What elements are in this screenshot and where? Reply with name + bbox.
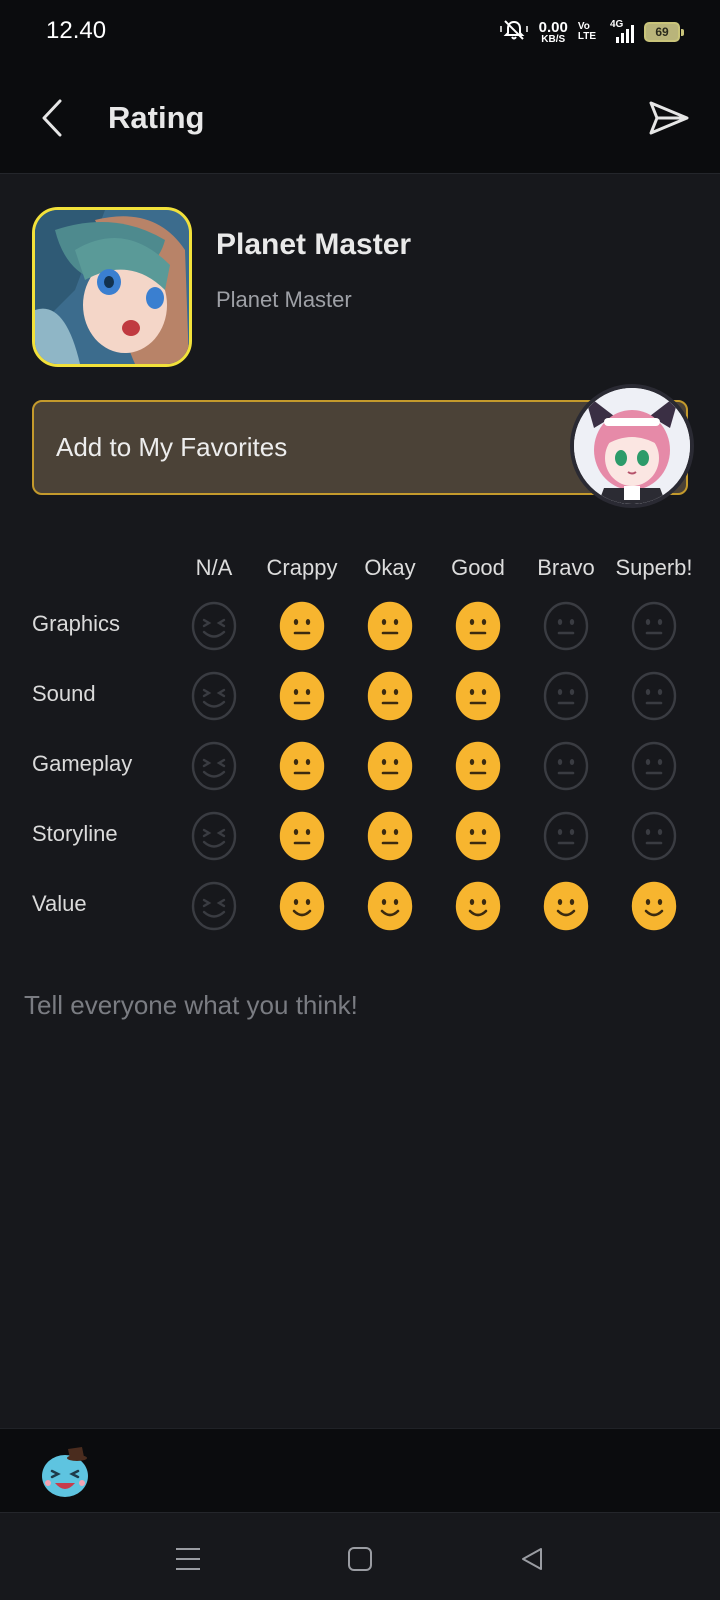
status-time: 12.40: [46, 17, 107, 44]
game-icon: [32, 207, 192, 367]
emoji-mascot-icon: [42, 1447, 88, 1497]
filled-face-icon[interactable]: [367, 811, 413, 861]
filled-face-icon[interactable]: [279, 881, 325, 931]
filled-face-icon[interactable]: [631, 881, 677, 931]
bottom-toolbar: [0, 1428, 720, 1512]
na-face-icon[interactable]: [191, 881, 237, 931]
filled-face-icon[interactable]: [455, 741, 501, 791]
rating-row-label: Graphics: [32, 611, 121, 636]
empty-face-icon[interactable]: [631, 741, 677, 791]
filled-face-icon[interactable]: [455, 671, 501, 721]
status-bar: 12.40 0.00 KB/S Vo LTE 4G 69: [0, 0, 720, 62]
volte-indicator: Vo LTE: [577, 21, 596, 42]
rating-row-storyline: Storyline: [0, 807, 720, 863]
empty-face-icon[interactable]: [631, 811, 677, 861]
empty-face-icon[interactable]: [543, 811, 589, 861]
filled-face-icon[interactable]: [367, 741, 413, 791]
filled-face-icon[interactable]: [279, 671, 325, 721]
mascot-avatar: [570, 384, 694, 508]
rating-row-label: Gameplay: [32, 751, 133, 776]
empty-face-icon[interactable]: [543, 741, 589, 791]
na-face-icon[interactable]: [191, 811, 237, 861]
filled-face-icon[interactable]: [367, 881, 413, 931]
empty-face-icon[interactable]: [543, 601, 589, 651]
back-nav-button[interactable]: [512, 1541, 552, 1577]
rating-header: N/A Crappy Okay Good Bravo Superb!: [0, 555, 720, 589]
na-face-icon[interactable]: [191, 601, 237, 651]
send-icon: [649, 101, 689, 135]
emoji-picker-button[interactable]: [38, 1443, 94, 1499]
na-face-icon[interactable]: [191, 671, 237, 721]
rating-column-header: N/A: [195, 555, 233, 580]
net-speed: 0.00 KB/S: [538, 18, 568, 45]
battery-icon: 69: [644, 22, 684, 42]
filled-face-icon[interactable]: [543, 881, 589, 931]
filled-face-icon[interactable]: [279, 741, 325, 791]
recents-button[interactable]: [168, 1541, 208, 1577]
rating-row-gameplay: Gameplay: [0, 737, 720, 793]
triangle-back-icon: [522, 1548, 542, 1570]
rating-row-sound: Sound: [0, 667, 720, 723]
status-icons: 0.00 KB/S Vo LTE 4G 69: [499, 18, 684, 47]
system-navigation-bar: [0, 1512, 720, 1600]
rating-column-header: Good: [451, 555, 505, 580]
filled-face-icon[interactable]: [455, 881, 501, 931]
empty-face-icon[interactable]: [631, 601, 677, 651]
back-button[interactable]: [32, 92, 72, 144]
empty-face-icon[interactable]: [631, 671, 677, 721]
send-button[interactable]: [646, 96, 692, 140]
mute-icon: [499, 18, 529, 47]
filled-face-icon[interactable]: [367, 601, 413, 651]
page-title: Rating: [108, 100, 205, 135]
filled-face-icon[interactable]: [279, 811, 325, 861]
game-subtitle: Planet Master: [216, 287, 352, 312]
rating-column-header: Bravo: [537, 555, 595, 580]
rating-column-header: Superb!: [615, 555, 693, 580]
filled-face-icon[interactable]: [455, 601, 501, 651]
favorites-label: Add to My Favorites: [56, 432, 288, 462]
rating-row-value: Value: [0, 877, 720, 933]
game-title: Planet Master: [216, 228, 412, 261]
chevron-left-icon: [42, 99, 62, 137]
home-button[interactable]: [340, 1541, 380, 1577]
comment-input[interactable]: [24, 990, 696, 1370]
rating-row-label: Storyline: [32, 821, 118, 846]
rating-row-label: Value: [32, 891, 87, 916]
empty-face-icon[interactable]: [543, 671, 589, 721]
filled-face-icon[interactable]: [367, 671, 413, 721]
filled-face-icon[interactable]: [455, 811, 501, 861]
filled-face-icon[interactable]: [279, 601, 325, 651]
rating-row-graphics: Graphics: [0, 597, 720, 653]
header: Rating: [0, 62, 720, 174]
square-icon: [348, 1547, 372, 1571]
rating-row-label: Sound: [32, 681, 96, 706]
na-face-icon[interactable]: [191, 741, 237, 791]
rating-column-header: Okay: [364, 555, 416, 580]
signal-icon: 4G: [606, 19, 634, 43]
menu-icon: [176, 1548, 200, 1570]
rating-column-header: Crappy: [266, 555, 338, 580]
